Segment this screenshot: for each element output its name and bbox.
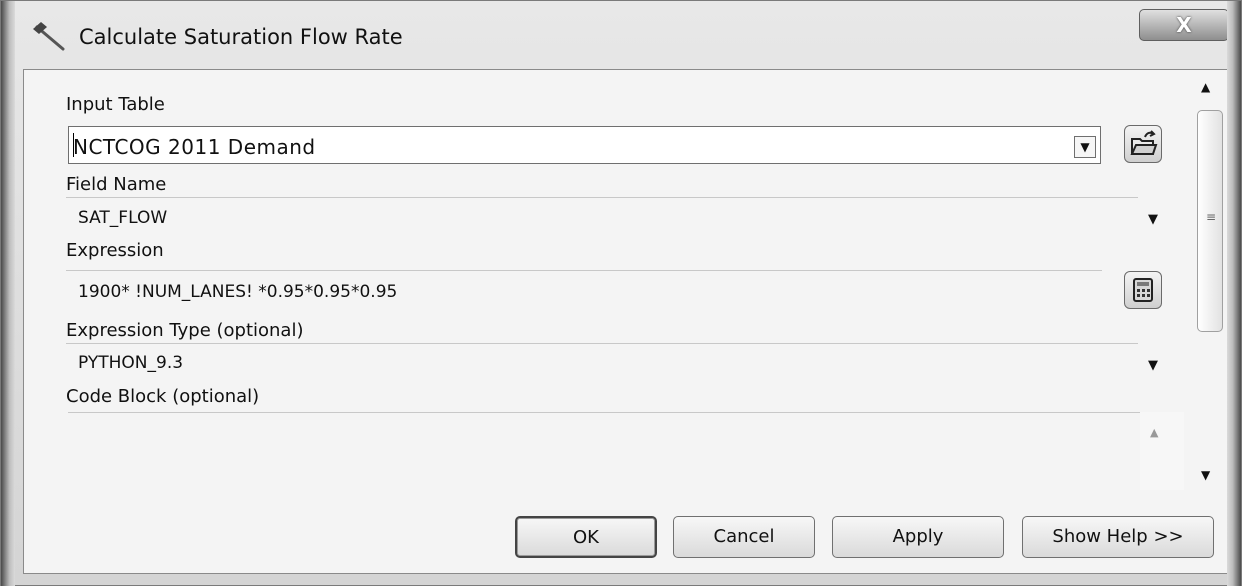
calculator-button[interactable]	[1124, 271, 1162, 309]
expression-label: Expression	[66, 240, 164, 261]
cancel-button[interactable]: Cancel	[673, 516, 815, 558]
calculator-icon	[1125, 278, 1161, 312]
title-bar: Calculate Saturation Flow Rate X	[15, 1, 1229, 65]
open-folder-icon	[1125, 130, 1161, 166]
field-name-value[interactable]: SAT_FLOW	[78, 208, 167, 228]
field-name-dropdown-arrow[interactable]: ▼	[1148, 212, 1158, 227]
expression-type-dropdown-arrow[interactable]: ▼	[1148, 358, 1158, 373]
scroll-up-arrow-icon[interactable]: ▲	[1201, 80, 1210, 94]
expression-type-separator	[66, 343, 1138, 344]
code-block-scrollbar[interactable]: ▲	[1140, 412, 1184, 490]
ok-button[interactable]: OK	[515, 516, 657, 558]
code-block-label: Code Block (optional)	[66, 386, 260, 407]
field-name-separator	[66, 197, 1138, 198]
expression-separator	[66, 270, 1102, 271]
dialog-content: Input Table NCTCOG 2011 Demand ▼ Field N…	[23, 69, 1228, 574]
vertical-scrollbar[interactable]: ▲ ≡ ▼	[1194, 70, 1226, 490]
input-table-combobox[interactable]: NCTCOG 2011 Demand	[68, 126, 1101, 164]
expression-type-value[interactable]: PYTHON_9.3	[78, 353, 183, 373]
grip-icon: ≡	[1206, 210, 1217, 224]
expression-type-label: Expression Type (optional)	[66, 320, 304, 341]
field-name-label: Field Name	[66, 174, 167, 195]
input-table-label: Input Table	[66, 94, 165, 115]
browse-button[interactable]	[1124, 125, 1162, 163]
code-block-textarea[interactable]	[68, 412, 1140, 490]
scrollbar-thumb[interactable]: ≡	[1197, 110, 1223, 332]
expression-input[interactable]: 1900* !NUM_LANES! *0.95*0.95*0.95	[78, 282, 397, 302]
window-title: Calculate Saturation Flow Rate	[79, 25, 403, 49]
dialog-window: Calculate Saturation Flow Rate X Input T…	[0, 0, 1242, 586]
apply-button[interactable]: Apply	[832, 516, 1004, 558]
input-table-value: NCTCOG 2011 Demand	[73, 135, 316, 159]
scroll-up-icon[interactable]: ▲	[1150, 426, 1158, 439]
scroll-down-arrow-icon[interactable]: ▼	[1201, 468, 1210, 482]
hammer-icon	[31, 21, 67, 51]
show-help-button[interactable]: Show Help >>	[1022, 516, 1214, 558]
input-table-dropdown-arrow[interactable]: ▼	[1074, 136, 1096, 158]
close-button[interactable]: X	[1139, 9, 1229, 41]
